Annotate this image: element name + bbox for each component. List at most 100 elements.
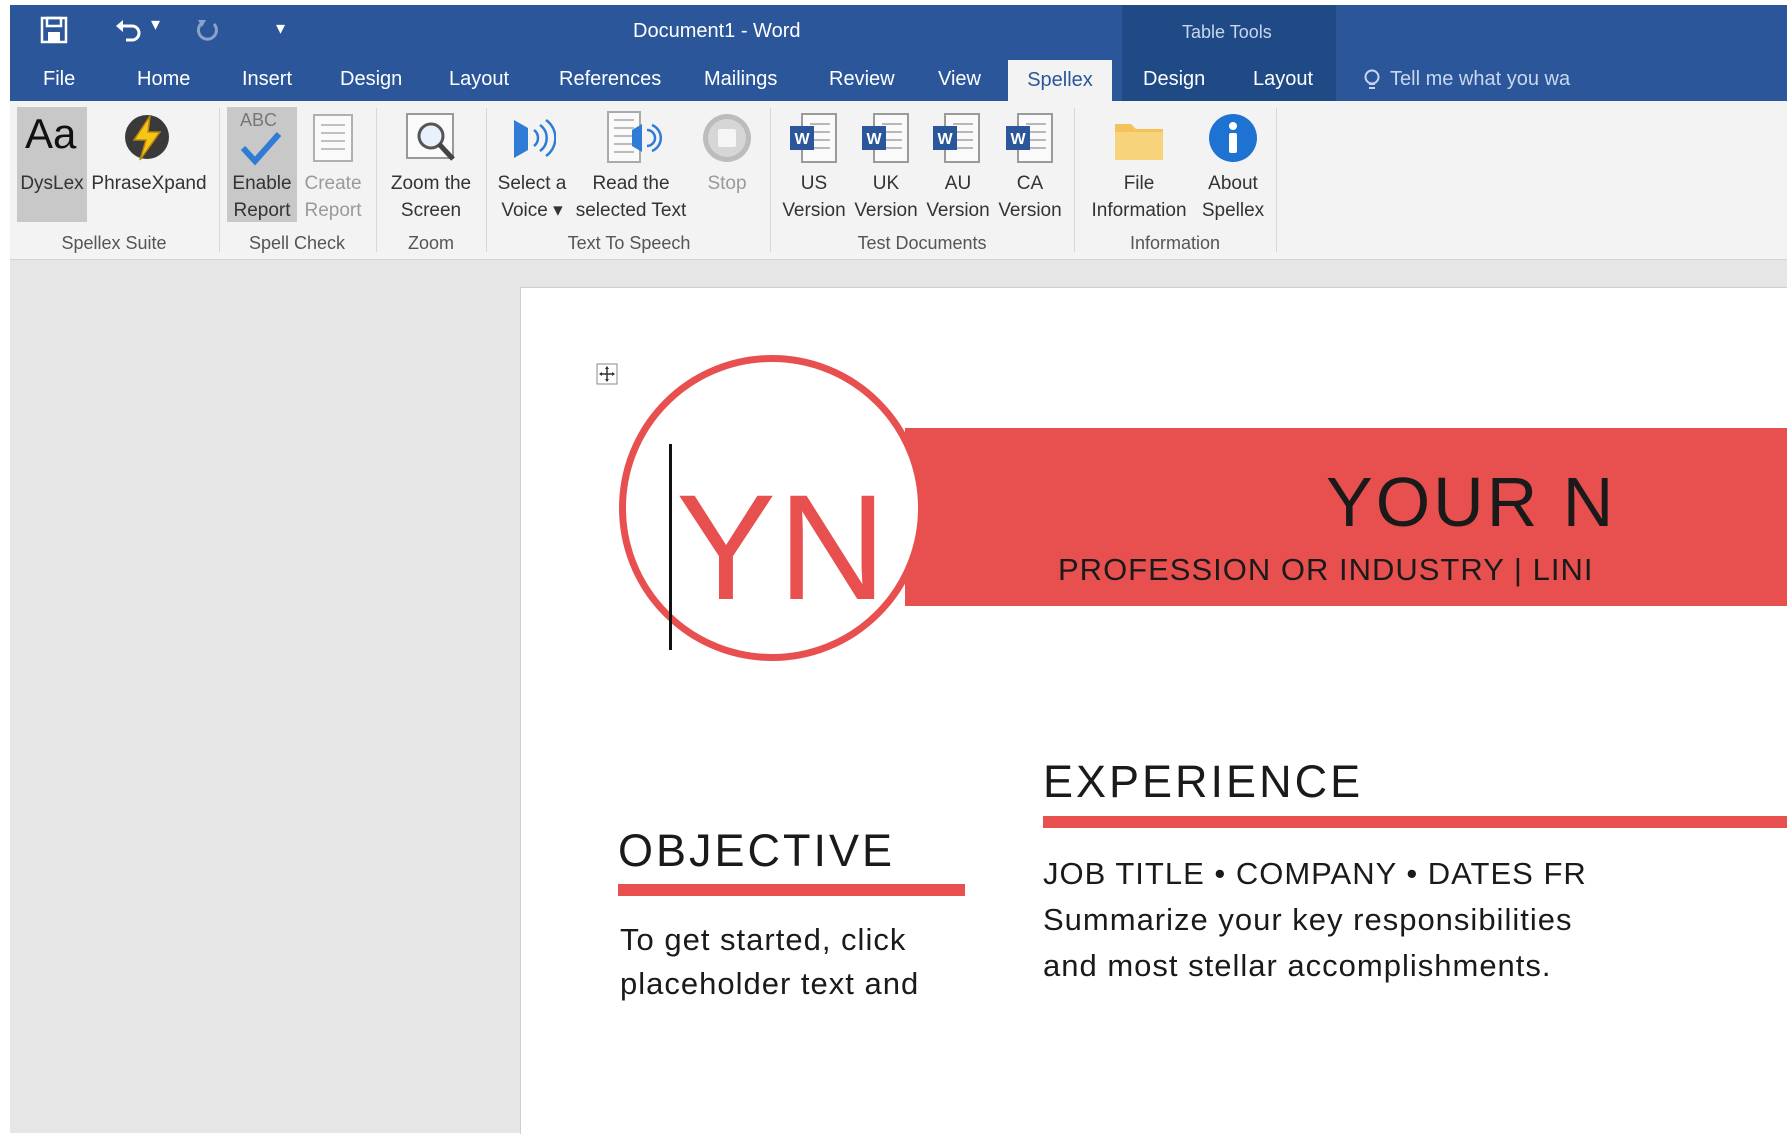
ca-line2: Version [998, 200, 1062, 221]
svg-text:W: W [1010, 131, 1026, 148]
tell-me-search[interactable]: Tell me what you wa [1390, 68, 1570, 91]
select-voice-button[interactable]: Select a Voice ▾ [490, 170, 574, 224]
enable-report-line1: Enable [232, 173, 292, 194]
au-version-button[interactable]: AU Version [922, 170, 994, 224]
lightning-icon[interactable] [120, 110, 174, 164]
tab-spellex[interactable]: Spellex [1008, 60, 1112, 101]
text-cursor [669, 444, 672, 650]
check-icon [240, 130, 282, 166]
experience-job-line[interactable]: JOB TITLE • COMPANY • DATES FR [1043, 856, 1587, 892]
zoom-magnifier-icon[interactable] [405, 112, 459, 166]
your-name-heading[interactable]: YOUR N [1326, 462, 1616, 542]
report-page-icon[interactable] [312, 113, 354, 163]
group-label-spellex-suite: Spellex Suite [61, 233, 167, 253]
uk-line2: Version [854, 200, 918, 221]
group-label-zoom: Zoom [407, 233, 454, 253]
objective-text-line1[interactable]: To get started, click [620, 922, 906, 958]
us-version-button[interactable]: US Version [778, 170, 850, 224]
enable-report-line2: Report [233, 200, 291, 221]
file-info-line2: Information [1091, 200, 1187, 221]
objective-heading[interactable]: OBJECTIVE [618, 825, 895, 877]
experience-text-line1[interactable]: Summarize your key responsibilities [1043, 902, 1572, 938]
uk-version-button[interactable]: UK Version [850, 170, 922, 224]
tab-references[interactable]: References [559, 68, 661, 91]
abc-label: ABC [240, 110, 278, 130]
au-line2: Version [926, 200, 990, 221]
word-doc-icon-us[interactable]: W [788, 112, 838, 166]
group-label-test-documents: Test Documents [857, 233, 987, 253]
undo-icon[interactable] [112, 14, 144, 46]
tab-table-layout[interactable]: Layout [1253, 68, 1313, 91]
word-doc-icon-uk[interactable]: W [860, 112, 910, 166]
select-voice-line1: Select a [497, 173, 567, 194]
info-icon[interactable] [1207, 112, 1259, 164]
create-report-line1: Create [304, 173, 362, 194]
stop-icon[interactable] [701, 112, 753, 164]
read-selected-button[interactable]: Read the selected Text [568, 170, 694, 224]
tab-mailings[interactable]: Mailings [704, 68, 777, 91]
group-label-information: Information [1129, 233, 1221, 253]
window-title: Document1 - Word [633, 20, 801, 42]
group-separator [219, 108, 220, 252]
experience-rule [1043, 816, 1787, 828]
stop-button[interactable]: Stop [698, 170, 756, 197]
group-separator [770, 108, 771, 252]
experience-heading[interactable]: EXPERIENCE [1043, 756, 1363, 808]
create-report-button[interactable]: Create Report [298, 170, 368, 224]
zoom-screen-button[interactable]: Zoom the Screen [380, 170, 482, 224]
redo-icon [192, 14, 222, 46]
phrasexpand-button[interactable]: PhraseXpand [90, 170, 208, 197]
group-separator [486, 108, 487, 252]
dyslex-aa-icon: Aa [25, 110, 77, 157]
read-selected-line2: selected Text [575, 200, 687, 221]
au-line1: AU [944, 173, 972, 194]
experience-text-line2[interactable]: and most stellar accomplishments. [1043, 948, 1552, 984]
initials-text[interactable]: YN [676, 472, 888, 622]
us-line1: US [800, 173, 828, 194]
about-line1: About [1208, 173, 1258, 194]
lightbulb-icon [1362, 69, 1382, 93]
tab-home[interactable]: Home [137, 68, 190, 91]
word-doc-icon-ca[interactable]: W [1004, 112, 1054, 166]
file-information-button[interactable]: File Information [1080, 170, 1198, 224]
profession-line[interactable]: PROFESSION OR INDUSTRY | LINI [1058, 552, 1593, 588]
svg-text:W: W [794, 131, 810, 148]
voice-speaker-icon[interactable] [508, 114, 556, 162]
tab-table-design[interactable]: Design [1143, 68, 1205, 91]
table-move-handle-icon[interactable] [596, 363, 618, 385]
zoom-line1: Zoom the [390, 173, 472, 194]
read-selected-line1: Read the [592, 173, 670, 194]
tab-file[interactable]: File [43, 68, 75, 91]
about-spellex-button[interactable]: About Spellex [1196, 170, 1270, 224]
ca-line1: CA [1016, 173, 1044, 194]
table-tools-label: Table Tools [1182, 22, 1272, 42]
tab-review[interactable]: Review [829, 68, 895, 91]
group-label-text-to-speech: Text To Speech [567, 233, 691, 253]
tab-design[interactable]: Design [340, 68, 402, 91]
select-voice-line2: Voice ▾ [501, 200, 563, 221]
group-label-spell-check: Spell Check [248, 233, 346, 253]
create-report-line2: Report [304, 200, 362, 221]
word-doc-icon-au[interactable]: W [931, 112, 981, 166]
uk-line1: UK [872, 173, 900, 194]
about-line2: Spellex [1201, 200, 1265, 221]
objective-text-line2[interactable]: placeholder text and [620, 966, 919, 1002]
enable-report-label: Enable Report [227, 170, 297, 224]
file-info-line1: File [1123, 173, 1155, 194]
save-icon[interactable] [38, 14, 70, 46]
tab-view[interactable]: View [938, 68, 981, 91]
ca-version-button[interactable]: CA Version [994, 170, 1066, 224]
group-separator [376, 108, 377, 252]
tab-layout[interactable]: Layout [449, 68, 509, 91]
us-line2: Version [782, 200, 846, 221]
tab-insert[interactable]: Insert [242, 68, 292, 91]
group-separator [1074, 108, 1075, 252]
group-separator [1276, 108, 1277, 252]
customize-qat-icon[interactable]: ▾ [276, 18, 285, 39]
undo-dropdown-icon[interactable]: ▾ [151, 14, 160, 35]
svg-text:W: W [937, 131, 953, 148]
read-text-icon[interactable] [606, 110, 662, 166]
dyslex-label: DysLex [20, 173, 84, 194]
folder-icon[interactable] [1113, 116, 1165, 162]
zoom-line2: Screen [400, 200, 462, 221]
